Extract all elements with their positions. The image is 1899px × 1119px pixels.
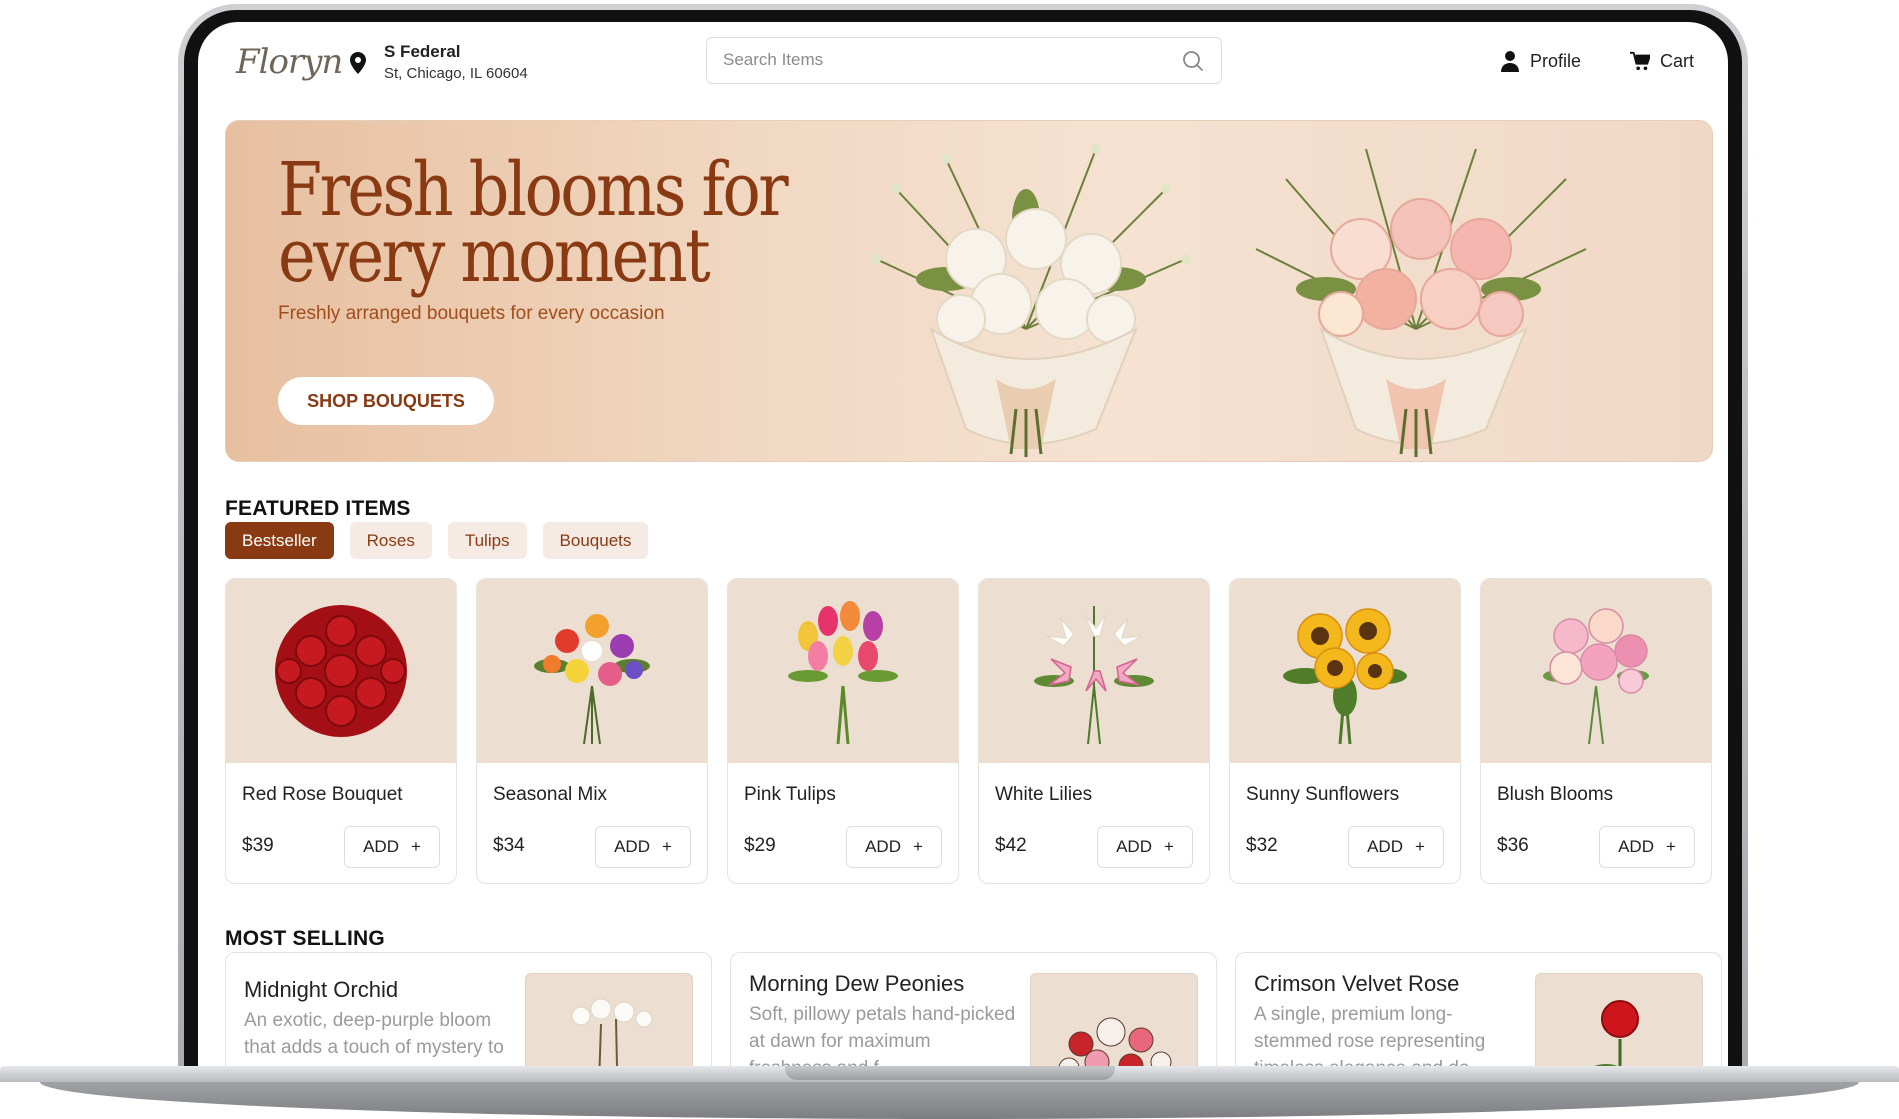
category-chips: Bestseller Roses Tulips Bouquets [225,522,649,559]
cart-icon [1630,51,1650,71]
location-street[interactable]: S Federal [384,42,461,62]
product-name[interactable]: Blush Blooms [1497,784,1613,806]
pink-tulips-image [788,601,898,745]
laptop-screen: Floryn S Federal St, Chicago, IL 60604 S… [198,22,1728,1074]
most-selling-name[interactable]: Midnight Orchid [244,977,398,1003]
user-icon [1501,51,1519,72]
product-image-sunflowers[interactable] [1230,579,1460,763]
most-selling-image[interactable] [1030,973,1198,1074]
laptop-bezel: Floryn S Federal St, Chicago, IL 60604 S… [184,10,1742,1074]
laptop-base-bottom [40,1082,1859,1119]
pink-bouquet-image [1255,148,1587,457]
product-name[interactable]: White Lilies [995,784,1092,806]
product-image-white-lilies[interactable] [979,579,1209,763]
morning-dew-peonies-image [1058,1017,1172,1074]
product-name[interactable]: Seasonal Mix [493,784,607,806]
shop-bouquets-button[interactable]: SHOP BOUQUETS [278,377,494,425]
profile-link[interactable]: Profile [1500,50,1581,72]
add-to-cart-button[interactable]: ADD + [1097,826,1193,868]
product-price: $32 [1246,835,1278,856]
product-name[interactable]: Sunny Sunflowers [1246,784,1399,806]
most-selling-card[interactable]: Crimson Velvet Rose A single, premium lo… [1235,952,1722,1074]
search-icon[interactable] [1181,49,1205,73]
product-image-red-roses[interactable] [226,579,456,763]
most-selling-title: MOST SELLING [225,927,385,950]
sunny-sunflowers-image [1283,608,1407,745]
plus-icon: + [1163,837,1174,856]
seasonal-mix-bouquet-image [534,614,650,745]
add-to-cart-button[interactable]: ADD + [344,826,440,868]
add-label: ADD [865,837,901,856]
laptop-base [0,1066,1899,1119]
chip-bouquets[interactable]: Bouquets [542,522,649,559]
product-image-seasonal-mix[interactable] [477,579,707,763]
featured-product-grid: Red Rose Bouquet $39 ADD + Seasonal Mix … [225,578,1712,884]
cart-label: Cart [1660,50,1695,71]
white-bouquet-image [871,144,1191,457]
most-selling-image[interactable] [525,973,693,1074]
product-name[interactable]: Pink Tulips [744,784,836,806]
plus-icon: + [1414,837,1425,856]
crimson-velvet-rose-image [1592,1000,1639,1074]
most-selling-description: A single, premium long-stemmed rose repr… [1254,1004,1486,1074]
add-to-cart-button[interactable]: ADD + [1348,826,1444,868]
most-selling-list: Midnight Orchid An exotic, deep-purple b… [225,952,1722,1074]
plus-icon: + [912,837,923,856]
product-name[interactable]: Red Rose Bouquet [242,784,403,806]
laptop-hinge-notch [785,1066,1115,1080]
plus-icon: + [410,837,421,856]
add-to-cart-button[interactable]: ADD + [595,826,691,868]
most-selling-image[interactable] [1535,973,1703,1074]
storefront-page: Floryn S Federal St, Chicago, IL 60604 S… [198,22,1728,1074]
product-price: $29 [744,835,776,856]
laptop-frame: Floryn S Federal St, Chicago, IL 60604 S… [178,4,1748,1074]
add-to-cart-button[interactable]: ADD + [1599,826,1695,868]
product-price: $34 [493,835,525,856]
most-selling-name[interactable]: Crimson Velvet Rose [1254,971,1459,997]
search-box[interactable] [706,37,1222,84]
hero-subtitle: Freshly arranged bouquets for every occa… [278,303,665,324]
cart-link[interactable]: Cart [1630,50,1694,72]
location-pin-icon [350,52,366,74]
product-card[interactable]: White Lilies $42 ADD + [978,578,1210,884]
product-price: $39 [242,835,274,856]
most-selling-card[interactable]: Midnight Orchid An exotic, deep-purple b… [225,952,712,1074]
most-selling-name[interactable]: Morning Dew Peonies [749,971,964,997]
plus-icon: + [1665,837,1676,856]
add-label: ADD [1116,837,1152,856]
featured-items-title: FEATURED ITEMS [225,497,411,520]
blush-blooms-image [1543,608,1649,745]
chip-tulips[interactable]: Tulips [447,522,527,559]
midnight-orchid-image [571,998,653,1074]
add-label: ADD [1618,837,1654,856]
most-selling-description: Soft, pillowy petals hand-picked at dawn… [749,1004,1016,1074]
product-card[interactable]: Sunny Sunflowers $32 ADD + [1229,578,1461,884]
hero-title: Fresh blooms for every moment [278,153,789,293]
product-card[interactable]: Seasonal Mix $34 ADD + [476,578,708,884]
product-card[interactable]: Red Rose Bouquet $39 ADD + [225,578,457,884]
profile-label: Profile [1530,50,1582,71]
hero-banner: Fresh blooms for every moment Freshly ar… [225,120,1713,462]
red-rose-bouquet-image [275,605,407,737]
product-image-blush-blooms[interactable] [1481,579,1711,763]
floryn-logo[interactable]: Floryn [236,42,343,82]
product-card[interactable]: Blush Blooms $36 ADD + [1480,578,1712,884]
product-image-pink-tulips[interactable] [728,579,958,763]
plus-icon: + [661,837,672,856]
chip-bestseller[interactable]: Bestseller [225,522,334,559]
most-selling-card[interactable]: Morning Dew Peonies Soft, pillowy petals… [730,952,1217,1074]
product-price: $42 [995,835,1027,856]
chip-roses[interactable]: Roses [349,522,432,559]
location-city[interactable]: St, Chicago, IL 60604 [384,65,528,82]
product-price: $36 [1497,835,1529,856]
search-input[interactable] [723,50,1143,70]
add-label: ADD [1367,837,1403,856]
most-selling-description: An exotic, deep-purple bloom that adds a… [244,1010,504,1074]
add-label: ADD [614,837,650,856]
add-label: ADD [363,837,399,856]
white-lilies-image [1034,606,1154,745]
product-card[interactable]: Pink Tulips $29 ADD + [727,578,959,884]
add-to-cart-button[interactable]: ADD + [846,826,942,868]
